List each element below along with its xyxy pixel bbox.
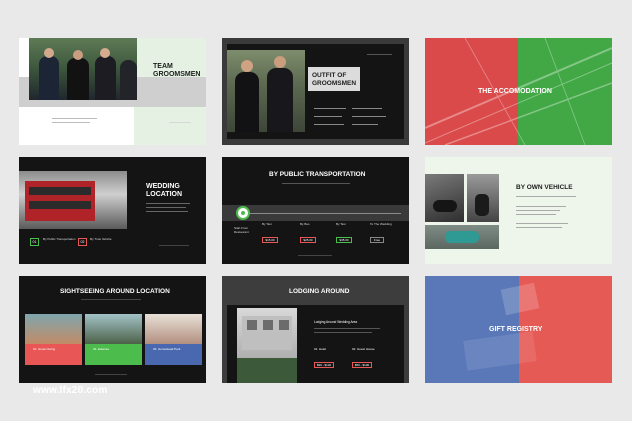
body-text [516, 227, 562, 229]
footer-text [367, 54, 392, 56]
slide-title-line2: GROOMSMEN [312, 80, 357, 87]
slide-title-line2: GROOMSMEN [153, 71, 201, 78]
stop-price-badge: $25.00 [300, 237, 316, 243]
stop-price-badge: $35.00 [336, 237, 352, 243]
item2-label: By Trust Vehicle [90, 237, 112, 241]
slide-title-line1: OUTFIT OF [312, 72, 347, 79]
footer-text [298, 255, 332, 257]
footer-text [169, 122, 191, 124]
detail-text [314, 124, 344, 126]
start-marker-dot [241, 211, 245, 215]
card-label: 01. Great Outing [33, 347, 56, 351]
slide-accomodation[interactable]: THE ACCOMODATION [425, 38, 612, 145]
body-text [516, 223, 568, 225]
slide-title: THE ACCOMODATION [478, 88, 552, 95]
body-text [516, 210, 560, 212]
slide-outfit-groomsmen[interactable]: OUTFIT OF GROOMSMEN [222, 38, 409, 145]
body-text [314, 328, 380, 330]
groomsmen-photo [29, 38, 137, 100]
footer-text [159, 245, 189, 247]
body-text [516, 214, 556, 216]
sightseeing-photo-3 [145, 314, 202, 344]
hotel2-price-badge: $50 - $100 [352, 362, 372, 368]
sightseeing-photo-2 [85, 314, 142, 344]
footer-text [95, 374, 127, 376]
subtitle-text [81, 299, 141, 301]
slide-own-vehicle[interactable]: BY OWN VEHICLE [425, 157, 612, 264]
stop-label: By Taxi [262, 222, 272, 226]
body-text [516, 196, 576, 198]
motorcycle-photo-2 [467, 174, 499, 222]
stop-price-badge: Free [370, 237, 384, 243]
outfit-photo [227, 50, 305, 132]
stop-label: By Bus [300, 222, 310, 226]
stop-label: To The Wedding [370, 222, 392, 226]
watermark: www.lfx20.com [33, 385, 108, 396]
subtitle-text [282, 183, 350, 185]
slide-title: GIFT REGISTRY [489, 326, 543, 333]
body-text [314, 332, 372, 334]
card-label: 03. Homestead Park [153, 347, 181, 351]
detail-text [352, 108, 382, 110]
detail-text [352, 116, 386, 118]
slide-public-transport[interactable]: BY PUBLIC TRANSPORTATION Start From Rest… [222, 157, 409, 264]
body-text [146, 203, 190, 205]
body-text [146, 207, 186, 209]
motorcycle-photo-1 [425, 174, 464, 222]
bus-photo [19, 171, 127, 229]
item1-label: By Public Transportation [43, 237, 76, 241]
hotel2-label: 02. Guest House [352, 347, 375, 351]
slide-wedding-location[interactable]: WEDDING LOCATION 01 By Public Transporta… [19, 157, 206, 264]
slide-title-line2: LOCATION [146, 191, 183, 198]
hotel1-label: 01. Hotel [314, 347, 327, 351]
slide-gift-registry[interactable]: GIFT REGISTRY [425, 276, 612, 383]
detail-text [314, 108, 346, 110]
item1-number-box: 01 [30, 238, 39, 246]
body-text [52, 122, 90, 124]
body-text [52, 118, 97, 120]
hotel1-price-badge: $99 - $120 [314, 362, 334, 368]
body-text [516, 206, 566, 208]
sightseeing-photo-1 [25, 314, 82, 344]
slide-team-groomsmen[interactable]: TEAM GROOMSMEN [19, 38, 206, 145]
stop-price-badge: $15.00 [262, 237, 278, 243]
item2-number-box: 02 [78, 238, 87, 246]
slide-title: BY PUBLIC TRANSPORTATION [269, 171, 366, 178]
slide-title: LODGING AROUND [289, 288, 350, 295]
slide-title: BY OWN VEHICLE [516, 184, 573, 191]
detail-text [352, 124, 378, 126]
slide-title-line1: TEAM [153, 63, 173, 70]
lodging-subtitle: Lodging Around Wedding Area [314, 320, 358, 324]
start-sublabel: Restaurant [234, 230, 249, 234]
card-label: 02. Eateries [93, 347, 110, 351]
timeline-line [236, 213, 401, 214]
stop-label: By Taxi [336, 222, 346, 226]
slide-lodging[interactable]: LODGING AROUND Lodging Around Wedding Ar… [222, 276, 409, 383]
car-photo [425, 225, 499, 249]
slide-sightseeing[interactable]: SIGHTSEEING AROUND LOCATION 01. Great Ou… [19, 276, 206, 383]
hotel-photo [237, 308, 297, 383]
detail-text [314, 116, 342, 118]
slide-title-line1: WEDDING [146, 183, 180, 190]
slide-title: SIGHTSEEING AROUND LOCATION [60, 288, 170, 295]
body-text [146, 211, 188, 213]
